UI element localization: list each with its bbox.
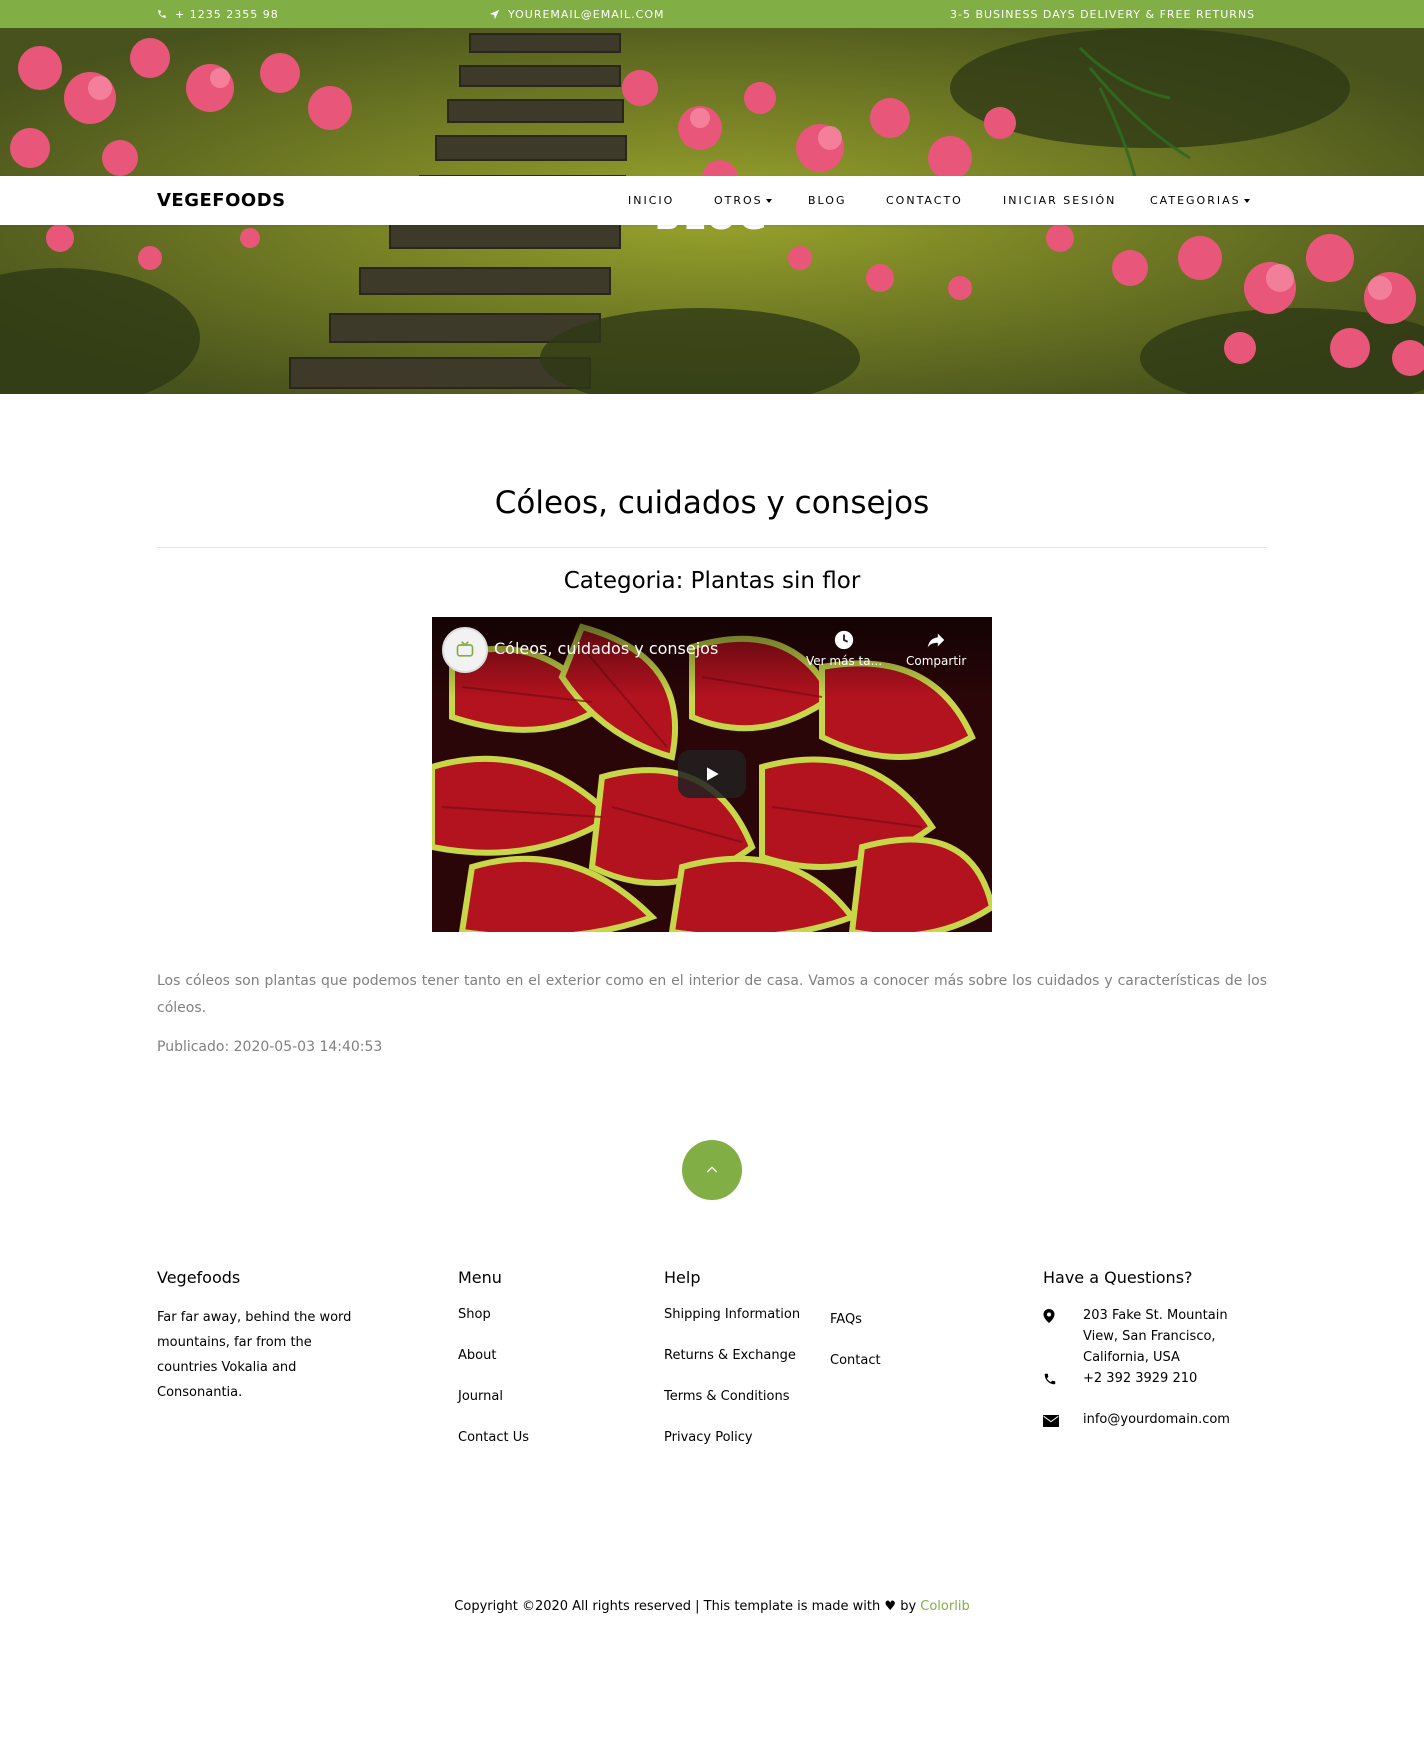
footer-help-heading: Help — [664, 1268, 701, 1287]
footer-about-text: Far far away, behind the word mountains,… — [157, 1310, 352, 1400]
heart-icon: ♥ — [884, 1599, 897, 1614]
caret-down-icon — [765, 199, 772, 203]
nav-item-contacto[interactable]: CONTACTO — [886, 194, 963, 207]
topbar-phone: + 1235 2355 98 — [157, 0, 279, 28]
footer-about: Vegefoods Far far away, behind the word … — [157, 1268, 372, 1405]
video-player[interactable]: Cóleos, cuidados y consejos Ver más ta..… — [432, 617, 992, 932]
watch-later-button[interactable]: Ver más ta... — [806, 629, 882, 668]
topbar-email-text: YOUREMAIL@EMAIL.COM — [508, 7, 665, 21]
chevron-up-icon — [706, 1166, 718, 1173]
watch-later-label: Ver más ta... — [806, 654, 883, 668]
phone-icon — [1043, 1368, 1059, 1393]
footer-email-text: info@yourdomain.com — [1083, 1412, 1230, 1427]
footer-link-returns[interactable]: Returns & Exchange — [664, 1346, 800, 1387]
footer-link-terms[interactable]: Terms & Conditions — [664, 1387, 800, 1428]
footer-link-shipping[interactable]: Shipping Information — [664, 1305, 800, 1346]
footer-address: 203 Fake St. Mountain View, San Francisc… — [1043, 1305, 1273, 1368]
play-button[interactable] — [678, 750, 746, 798]
footer-link-contact[interactable]: Contact — [830, 1351, 881, 1392]
map-marker-icon — [1043, 1305, 1059, 1368]
paper-plane-icon — [489, 9, 500, 19]
nav-label: CONTACTO — [886, 194, 963, 207]
tv-icon — [456, 641, 474, 657]
footer-email[interactable]: info@yourdomain.com — [1043, 1409, 1273, 1434]
topbar-phone-text: + 1235 2355 98 — [175, 7, 279, 21]
footer-help-right: FAQs Contact — [830, 1310, 881, 1392]
nav-label: INICIAR SESIÓN — [1003, 194, 1117, 207]
top-info-bar: + 1235 2355 98 YOUREMAIL@EMAIL.COM 3-5 B… — [0, 0, 1424, 28]
share-button[interactable]: Compartir — [906, 629, 966, 668]
nav-item-blog[interactable]: BLOG — [808, 194, 846, 207]
nav-label: OTROS — [714, 194, 763, 207]
footer-phone[interactable]: +2 392 3929 210 — [1043, 1368, 1273, 1393]
play-icon — [707, 767, 719, 781]
clock-icon — [834, 630, 854, 650]
caret-down-icon — [1243, 199, 1250, 203]
footer-contact-heading: Have a Questions? — [1043, 1268, 1193, 1287]
topbar-delivery: 3-5 BUSINESS DAYS DELIVERY & FREE RETURN… — [950, 0, 1255, 28]
copyright: Copyright ©2020 All rights reserved | Th… — [0, 1599, 1424, 1614]
share-label: Compartir — [906, 654, 967, 668]
nav-label: CATEGORIAS — [1150, 194, 1241, 207]
footer-about-heading: Vegefoods — [157, 1268, 241, 1287]
post-title: Cóleos, cuidados y consejos — [494, 485, 930, 521]
topbar-delivery-text: 3-5 BUSINESS DAYS DELIVERY & FREE RETURN… — [950, 7, 1256, 21]
nav-label: INICIO — [628, 194, 675, 207]
brand-logo[interactable]: VEGEFOODS — [157, 190, 286, 211]
channel-logo[interactable] — [442, 627, 488, 673]
footer-address-text: 203 Fake St. Mountain View, San Francisc… — [1083, 1308, 1228, 1365]
footer-link-contact-us[interactable]: Contact Us — [458, 1428, 529, 1469]
footer-link-about[interactable]: About — [458, 1346, 529, 1387]
title-divider — [157, 547, 1267, 548]
post-published-date: Publicado: 2020-05-03 14:40:53 — [157, 1039, 383, 1055]
scroll-to-top-button[interactable] — [682, 1140, 742, 1200]
share-icon — [927, 633, 945, 648]
footer-help: Help Shipping Information Returns & Exch… — [664, 1268, 800, 1469]
footer-menu: Menu Shop About Journal Contact Us — [458, 1268, 529, 1469]
footer-phone-text: +2 392 3929 210 — [1083, 1371, 1198, 1386]
footer-link-privacy[interactable]: Privacy Policy — [664, 1428, 800, 1469]
footer-link-journal[interactable]: Journal — [458, 1387, 529, 1428]
nav-label: BLOG — [808, 194, 847, 207]
copyright-text: Copyright ©2020 All rights reserved | Th… — [454, 1599, 881, 1614]
post-description: Los cóleos son plantas que podemos tener… — [157, 973, 1267, 1016]
footer-link-faqs[interactable]: FAQs — [830, 1310, 881, 1351]
nav-item-otros[interactable]: OTROS — [714, 194, 772, 207]
copyright-by: by — [900, 1599, 917, 1614]
colorlib-link[interactable]: Colorlib — [920, 1599, 969, 1614]
footer-contact: Have a Questions? 203 Fake St. Mountain … — [1043, 1268, 1273, 1434]
main-navbar: VEGEFOODS INICIO OTROS BLOG CONTACTO INI… — [0, 176, 1424, 225]
nav-item-iniciar-sesion[interactable]: INICIAR SESIÓN — [1003, 194, 1116, 207]
footer-link-shop[interactable]: Shop — [458, 1305, 529, 1346]
nav-item-inicio[interactable]: INICIO — [628, 194, 674, 207]
nav-item-categorias[interactable]: CATEGORIAS — [1150, 194, 1250, 207]
footer-menu-heading: Menu — [458, 1268, 502, 1287]
post-category: Categoria: Plantas sin flor — [563, 568, 861, 594]
envelope-icon — [1043, 1409, 1059, 1434]
topbar-email[interactable]: YOUREMAIL@EMAIL.COM — [489, 0, 664, 28]
video-title[interactable]: Cóleos, cuidados y consejos — [494, 639, 718, 658]
phone-icon — [158, 10, 166, 18]
